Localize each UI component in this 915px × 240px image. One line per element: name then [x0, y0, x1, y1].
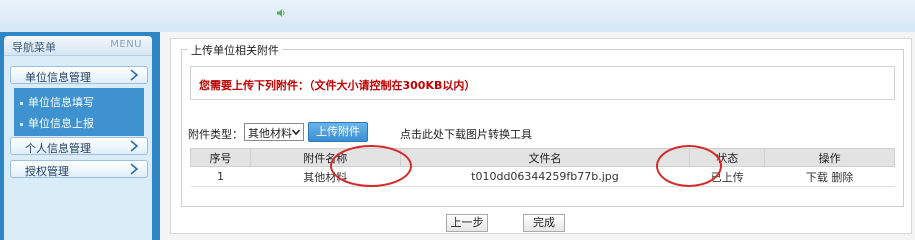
prev-step-button[interactable]: 上一步 — [446, 214, 488, 232]
sidebar-item-unit-info-fill[interactable]: 单位信息填写 — [20, 94, 94, 110]
content-panel: 上传单位相关附件 您需要上传下列附件：（文件大小请控制在300KB以内） 附件类… — [170, 38, 912, 234]
sidebar-item-label: 单位信息上报 — [28, 117, 94, 130]
download-tool-link[interactable]: 点击此处下载图片转换工具 — [400, 126, 532, 142]
column-header-file: 文件名 — [399, 148, 691, 167]
bullet-icon — [20, 122, 23, 126]
attachment-type-value: 其他材料 — [248, 127, 292, 140]
sidebar-item-unit-info-report[interactable]: 单位信息上报 — [20, 115, 94, 131]
column-header-name: 附件名称 — [249, 148, 401, 167]
sidebar-group-label: 个人信息管理 — [25, 142, 91, 155]
table-header-row: 序号 附件名称 文件名 状态 操作 — [190, 148, 895, 167]
upload-attachment-button[interactable]: 上传附件 — [308, 122, 368, 142]
download-link[interactable]: 下载 — [806, 171, 828, 184]
attachment-table: 序号 附件名称 文件名 状态 操作 1 其他材料 t010dd06344259f… — [190, 148, 895, 187]
attachment-type-select[interactable]: 其他材料 — [244, 123, 304, 141]
column-header-index: 序号 — [190, 148, 251, 167]
cell-file: t010dd06344259fb77b.jpg — [400, 166, 690, 187]
cell-actions: 下载 删除 — [764, 166, 895, 187]
fieldset-legend: 上传单位相关附件 — [188, 42, 282, 58]
cell-status: 已上传 — [689, 166, 765, 187]
table-row: 1 其他材料 t010dd06344259fb77b.jpg 已上传 下载 删除 — [190, 166, 895, 187]
top-banner — [0, 0, 915, 32]
nav-header: 导航菜单 MENU — [4, 36, 152, 56]
nav-menu-label: MENU — [110, 39, 142, 50]
chevron-down-icon — [291, 129, 301, 136]
notice-text: 您需要上传下列附件：（文件大小请控制在300KB以内） — [199, 79, 476, 92]
sidebar-group-personal-info[interactable]: 个人信息管理 — [10, 137, 148, 155]
bullet-icon — [20, 101, 23, 105]
sidebar-group-unit-info[interactable]: 单位信息管理 — [10, 66, 148, 84]
attachment-type-label: 附件类型： — [188, 128, 243, 141]
finish-button[interactable]: 完成 — [523, 214, 565, 232]
chevron-right-icon — [130, 140, 139, 152]
sidebar-group-authorization[interactable]: 授权管理 — [10, 160, 148, 178]
delete-link[interactable]: 删除 — [831, 171, 853, 184]
column-header-actions: 操作 — [764, 148, 895, 167]
chevron-right-icon — [130, 69, 139, 81]
attachment-fieldset: 上传单位相关附件 您需要上传下列附件：（文件大小请控制在300KB以内） 附件类… — [181, 42, 904, 207]
speaker-icon[interactable] — [276, 8, 286, 18]
sidebar-group-label: 单位信息管理 — [25, 71, 91, 84]
main-area: 上传单位相关附件 您需要上传下列附件：（文件大小请控制在300KB以内） 附件类… — [160, 32, 915, 240]
sidebar-group-label: 授权管理 — [25, 165, 69, 178]
notice-box: 您需要上传下列附件：（文件大小请控制在300KB以内） — [190, 66, 895, 100]
chevron-right-icon — [130, 163, 139, 175]
cell-index: 1 — [190, 166, 251, 187]
column-header-status: 状态 — [689, 148, 766, 167]
nav-title: 导航菜单 — [12, 41, 56, 54]
sidebar-submenu: 单位信息填写 单位信息上报 — [14, 88, 144, 136]
sidebar: 导航菜单 MENU 单位信息管理 单位信息填写 单位信息上报 个人信息管理 授权… — [4, 36, 152, 240]
sidebar-item-label: 单位信息填写 — [28, 96, 94, 109]
cell-name: 其他材料 — [250, 166, 401, 187]
